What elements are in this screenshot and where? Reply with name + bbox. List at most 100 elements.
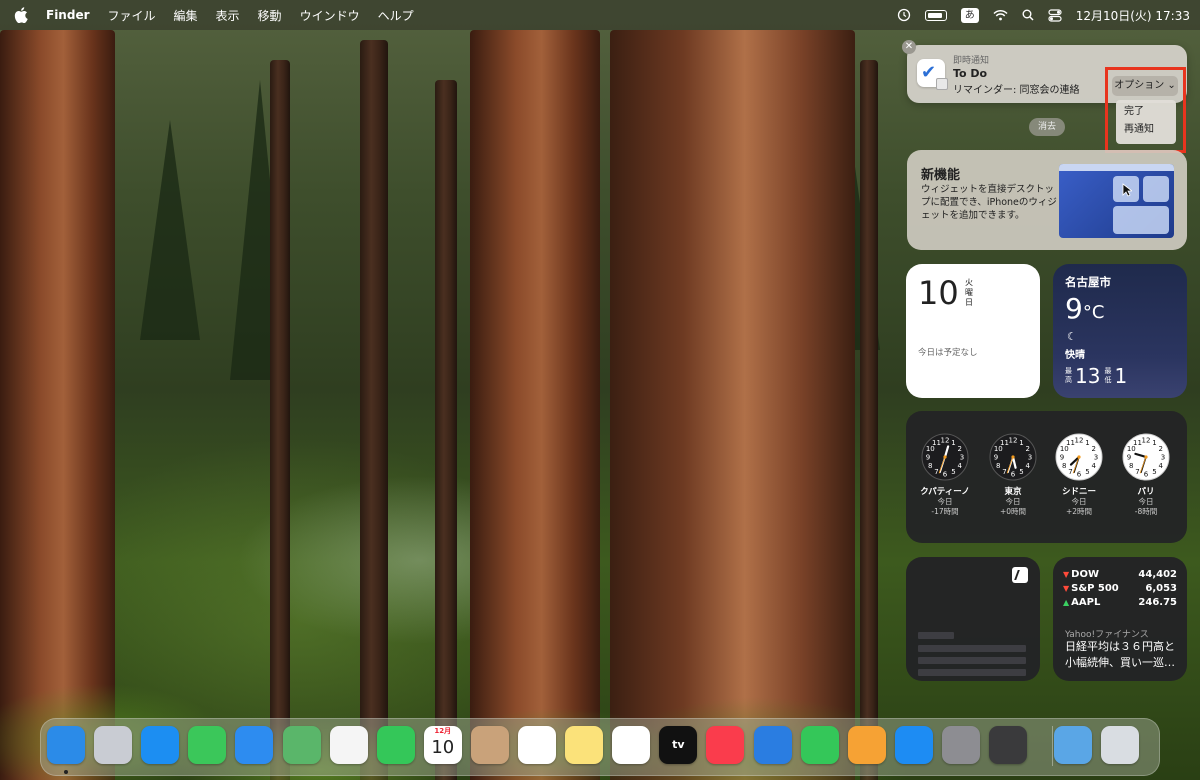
apple-icon[interactable]	[14, 7, 28, 23]
svg-text:1: 1	[1152, 439, 1156, 447]
running-indicator	[64, 770, 68, 774]
clear-button[interactable]: 消去	[1029, 118, 1065, 136]
finder-icon[interactable]	[47, 726, 85, 764]
menu-view[interactable]: 表示	[216, 7, 240, 24]
stock-row: ▼ DOW 44,402	[1063, 569, 1177, 580]
stock-row: ▼ S&P 500 6,053	[1063, 583, 1177, 594]
placeholder-line	[918, 645, 1026, 652]
menu-bar-status: あ 12月10日(火) 17:33	[883, 7, 1190, 24]
time-machine-icon[interactable]	[897, 8, 911, 22]
svg-text:2: 2	[1025, 445, 1029, 453]
calendar-widget[interactable]: 10 火曜日 今日は予定なし	[906, 264, 1040, 398]
freeform-icon[interactable]	[612, 726, 651, 764]
calendar-month-label: 12月	[434, 727, 452, 735]
clock-city: 東京	[1004, 487, 1022, 497]
spotlight-search-icon[interactable]	[1022, 9, 1034, 21]
analog-clock-face: 1234567891011 12	[989, 433, 1037, 481]
launchpad-icon[interactable]	[94, 726, 133, 764]
numbers-icon[interactable]	[800, 726, 839, 764]
stock-row: ▲ AAPL 246.75	[1063, 597, 1177, 608]
app-store-icon[interactable]	[894, 726, 933, 764]
menu-edit[interactable]: 編集	[174, 7, 198, 24]
maps-icon[interactable]	[282, 726, 321, 764]
menu-app-name[interactable]: Finder	[46, 8, 90, 22]
svg-text:6: 6	[1144, 471, 1149, 479]
down-arrow-icon: ▼	[1063, 570, 1070, 579]
svg-text:8: 8	[1062, 462, 1066, 470]
temperature-unit: °C	[1082, 302, 1105, 323]
weather-widget[interactable]: 名古屋市 9°C ☾ 快晴 最高 13 最低 1	[1053, 264, 1187, 398]
placeholder-line	[918, 657, 1026, 664]
input-source-label: あ	[960, 7, 979, 23]
svg-text:3: 3	[1094, 454, 1098, 462]
reminders-app-icon: ✔	[917, 59, 948, 90]
safari-icon[interactable]	[141, 726, 180, 764]
facetime-icon[interactable]	[376, 726, 415, 764]
new-feature-widget[interactable]: 新機能 ウィジェットを直接デスクトップに配置でき、iPhoneのウィジェットを追…	[907, 150, 1187, 250]
menu-file[interactable]: ファイル	[108, 7, 156, 24]
stocks-widget[interactable]: ▼ DOW 44,402 ▼ S&P 500 6,053 ▲ AAPL 246.75 …	[1053, 557, 1187, 681]
options-button[interactable]: オプション ⌄	[1112, 76, 1178, 96]
svg-text:7: 7	[1135, 468, 1139, 476]
clock-offset: -17時間	[931, 507, 959, 516]
menu-window[interactable]: ウインドウ	[300, 7, 360, 24]
pages-icon[interactable]	[847, 726, 886, 764]
menu-help[interactable]: ヘルプ	[378, 7, 414, 24]
mail-icon[interactable]	[235, 726, 274, 764]
svg-text:9: 9	[994, 454, 998, 462]
photos-icon[interactable]	[329, 726, 368, 764]
low-temp: 1	[1114, 364, 1128, 388]
svg-text:5: 5	[1152, 468, 1156, 476]
options-label: オプション	[1114, 80, 1165, 91]
menu-item-snooze[interactable]: 再通知	[1124, 121, 1168, 139]
svg-text:8: 8	[996, 462, 1000, 470]
news-widget[interactable]	[906, 557, 1040, 681]
svg-text:12: 12	[1009, 437, 1018, 445]
battery-icon[interactable]	[924, 9, 947, 21]
clock-offset: +2時間	[1065, 507, 1093, 516]
svg-text:5: 5	[1019, 468, 1023, 476]
close-icon[interactable]: ✕	[902, 40, 916, 54]
reminders-icon[interactable]	[518, 726, 556, 764]
svg-text:3: 3	[960, 454, 964, 462]
stock-value: 246.75	[1138, 597, 1177, 608]
weather-city: 名古屋市	[1065, 275, 1111, 289]
world-clock-widget[interactable]: 1 2 3 4 5 6 7 8 9 10 11 12 クパティーノ 今日 -17時間 12345678…	[906, 411, 1187, 543]
keynote-icon[interactable]	[753, 726, 792, 764]
tv-icon[interactable]: tv	[659, 726, 698, 764]
menu-go[interactable]: 移動	[258, 7, 282, 24]
iphone-mirroring-icon[interactable]	[989, 726, 1027, 764]
svg-text:9: 9	[926, 454, 930, 462]
downloads-icon[interactable]	[1054, 726, 1093, 764]
chevron-down-icon: ⌄	[1164, 80, 1176, 91]
system-settings-icon[interactable]	[941, 726, 980, 764]
up-arrow-icon: ▲	[1063, 598, 1070, 607]
world-clock-item: 1 2 3 4 5 6 7 8 9 10 11 12 クパティーノ 今日 -17時間	[918, 433, 972, 517]
stock-symbol: DOW	[1071, 569, 1099, 580]
menu-item-complete[interactable]: 完了	[1124, 103, 1168, 121]
trash-icon[interactable]	[1101, 726, 1140, 764]
contacts-icon[interactable]	[470, 726, 509, 764]
menu-clock[interactable]: 12月10日(火) 17:33	[1076, 7, 1190, 24]
svg-text:1: 1	[951, 439, 955, 447]
moon-icon: ☾	[1067, 330, 1077, 343]
wifi-icon[interactable]	[993, 9, 1008, 21]
svg-text:12: 12	[941, 437, 950, 445]
options-menu: 完了 再通知	[1116, 100, 1176, 144]
analog-clock-face: 1234567891011 12	[1055, 433, 1103, 481]
control-center-icon[interactable]	[1048, 8, 1062, 22]
world-clock-item: 1 2 3 4 5 6 7 8 9 10 11 12 シドニー 今日 +2時間	[1052, 433, 1106, 517]
stock-symbol: S&P 500	[1071, 583, 1119, 594]
notification-kind: 即時通知	[953, 56, 990, 66]
messages-icon[interactable]	[188, 726, 227, 764]
svg-text:2: 2	[1091, 445, 1095, 453]
temperature-value: 9	[1065, 292, 1083, 325]
svg-text:7: 7	[1002, 468, 1006, 476]
svg-text:7: 7	[934, 468, 938, 476]
notes-icon[interactable]	[565, 726, 604, 764]
calendar-icon[interactable]: 12月 10	[423, 726, 462, 764]
music-icon[interactable]	[706, 726, 745, 764]
svg-text:3: 3	[1161, 454, 1165, 462]
svg-text:1: 1	[1019, 439, 1023, 447]
input-source-indicator[interactable]: あ	[960, 7, 979, 23]
